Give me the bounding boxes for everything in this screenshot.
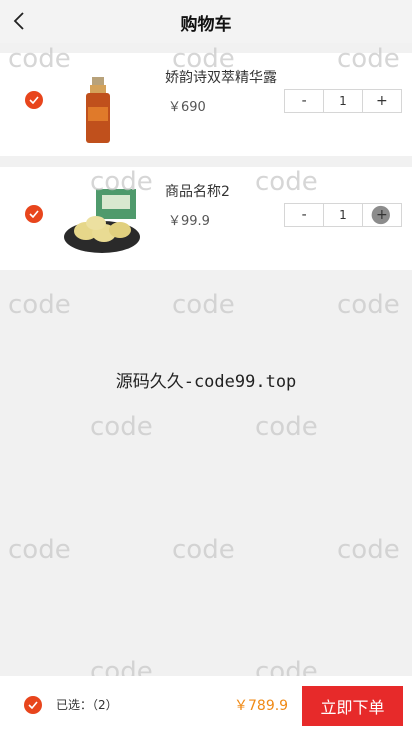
watermark: code bbox=[255, 412, 318, 442]
total-price: ￥789.9 bbox=[234, 698, 289, 714]
place-order-button[interactable]: 立即下单 bbox=[302, 686, 403, 726]
product-name: 商品名称2 bbox=[165, 184, 230, 200]
quantity-stepper: - 1 + bbox=[284, 89, 402, 113]
increase-label: + bbox=[375, 207, 388, 223]
watermark: code bbox=[172, 535, 235, 565]
watermark: code bbox=[8, 290, 71, 320]
cart-item: 商品名称2 ￥99.9 - 1 + bbox=[0, 167, 412, 270]
select-all-checkbox[interactable] bbox=[24, 696, 42, 714]
product-name: 娇韵诗双萃精华露 bbox=[165, 70, 277, 86]
cart-item: 娇韵诗双萃精华露 ￥690 - 1 + bbox=[0, 53, 412, 156]
product-price: ￥99.9 bbox=[168, 214, 210, 229]
check-icon bbox=[29, 96, 39, 104]
watermark: code bbox=[8, 535, 71, 565]
product-image[interactable] bbox=[62, 67, 144, 145]
center-text: 源码久久-code99.top bbox=[115, 372, 297, 392]
quantity-stepper: - 1 + bbox=[284, 203, 402, 227]
watermark: code bbox=[337, 535, 400, 565]
watermark: code bbox=[90, 412, 153, 442]
header: 购物车 bbox=[0, 0, 412, 43]
decrease-button[interactable]: - bbox=[285, 204, 323, 226]
decrease-button[interactable]: - bbox=[285, 90, 323, 112]
check-icon bbox=[29, 210, 39, 218]
item-checkbox[interactable] bbox=[25, 91, 43, 109]
check-icon bbox=[28, 701, 38, 709]
selected-count: 已选：（2） bbox=[56, 698, 118, 712]
checkout-bar: 已选：（2） ￥789.9 立即下单 bbox=[0, 676, 412, 736]
product-image[interactable] bbox=[62, 181, 144, 259]
watermark: code bbox=[172, 290, 235, 320]
watermark: code bbox=[337, 290, 400, 320]
increase-button[interactable]: + bbox=[363, 204, 401, 226]
quantity-value[interactable]: 1 bbox=[323, 204, 363, 226]
product-price: ￥690 bbox=[168, 100, 206, 115]
page-title: 购物车 bbox=[180, 15, 232, 35]
quantity-value[interactable]: 1 bbox=[323, 90, 363, 112]
item-checkbox[interactable] bbox=[25, 205, 43, 223]
increase-button[interactable]: + bbox=[363, 90, 401, 112]
